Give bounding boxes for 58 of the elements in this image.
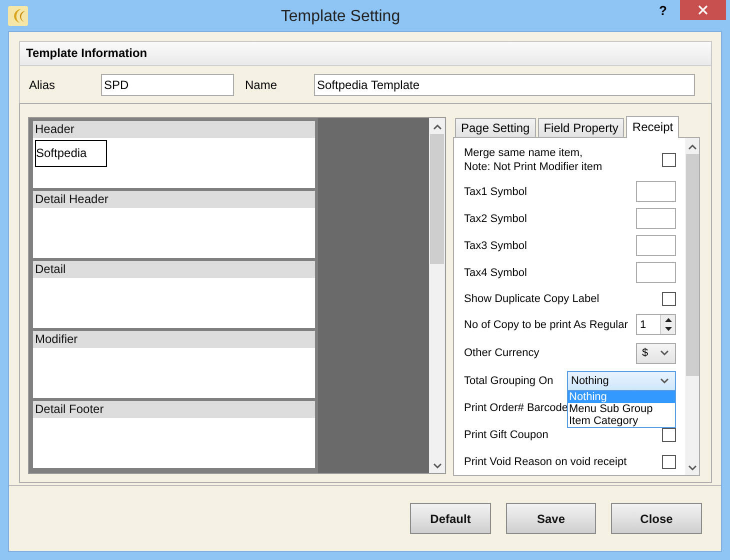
chevron-down-icon xyxy=(660,350,669,356)
section-header: Modifier xyxy=(33,331,315,348)
setting-label: Print Void Reason on void receipt xyxy=(464,454,627,468)
checkbox[interactable] xyxy=(662,292,676,306)
app-logo-icon xyxy=(8,6,28,26)
close-icon xyxy=(698,5,708,15)
scroll-up-icon xyxy=(432,124,442,130)
scrollbar[interactable] xyxy=(685,138,699,475)
checkbox[interactable] xyxy=(662,152,676,166)
scroll-down-icon xyxy=(432,463,442,469)
arrow-down-icon xyxy=(664,327,672,332)
group-title: Template Information xyxy=(20,42,711,66)
close-button[interactable] xyxy=(680,0,726,20)
setting-label: No of Copy to be print As Regular xyxy=(464,318,628,332)
section-header: Detail xyxy=(33,261,315,278)
tab[interactable]: Field Property xyxy=(538,118,624,137)
input-field[interactable] xyxy=(636,262,676,283)
section-header: Detail Header xyxy=(33,191,315,208)
setting-label: Print Gift Coupon xyxy=(464,428,548,442)
window-title: Template Setting xyxy=(280,6,402,26)
help-button[interactable]: ? xyxy=(653,3,673,18)
input-field[interactable] xyxy=(636,181,676,202)
tab[interactable]: Page Setting xyxy=(455,118,536,137)
setting-label: Tax2 Symbol xyxy=(464,212,527,226)
text-field[interactable]: Softpedia Template xyxy=(314,74,695,96)
setting-label: Total Grouping On xyxy=(464,374,554,388)
scroll-up-icon xyxy=(688,144,696,150)
setting-label: Other Currency xyxy=(464,346,540,360)
arrow-up-icon xyxy=(664,318,672,322)
section-area[interactable]: Softpedia xyxy=(33,138,315,188)
dialog-button[interactable]: Save xyxy=(506,503,596,534)
setting-label: Tax4 Symbol xyxy=(464,266,527,280)
setting-label: Show Duplicate Copy Label xyxy=(464,292,600,306)
tab[interactable]: Receipt xyxy=(626,116,680,138)
text-field[interactable]: SPD xyxy=(101,74,234,96)
scrollbar[interactable] xyxy=(429,118,445,473)
input-field[interactable] xyxy=(636,208,676,229)
dropdown-option[interactable]: Menu Sub Group xyxy=(568,403,675,415)
setting-label: Tax1 Symbol xyxy=(464,184,527,198)
dropdown[interactable]: Nothing xyxy=(567,370,676,392)
setting-label: Tax3 Symbol xyxy=(464,238,527,252)
dialog-button[interactable]: Default xyxy=(410,503,491,534)
dialog-button[interactable]: Close xyxy=(611,503,702,534)
field-label: Alias xyxy=(29,78,56,92)
section-header: Detail Footer xyxy=(33,401,315,418)
text-element[interactable]: Softpedia xyxy=(35,140,107,167)
field-label: Name xyxy=(245,78,278,92)
dropdown[interactable]: $ xyxy=(636,342,676,364)
checkbox[interactable] xyxy=(662,428,676,442)
input-field[interactable] xyxy=(636,235,676,256)
number-spinner[interactable]: 1 xyxy=(636,314,676,335)
scroll-down-icon xyxy=(688,465,696,471)
chevron-down-icon xyxy=(660,378,669,384)
section-header: Header xyxy=(33,121,315,138)
setting-label: Merge same name item, Note: Not Print Modifier item xyxy=(464,146,602,174)
setting-label: Print Order# Barcode xyxy=(464,400,568,414)
checkbox[interactable] xyxy=(662,454,676,468)
dropdown-option[interactable]: Item Category xyxy=(568,415,675,427)
